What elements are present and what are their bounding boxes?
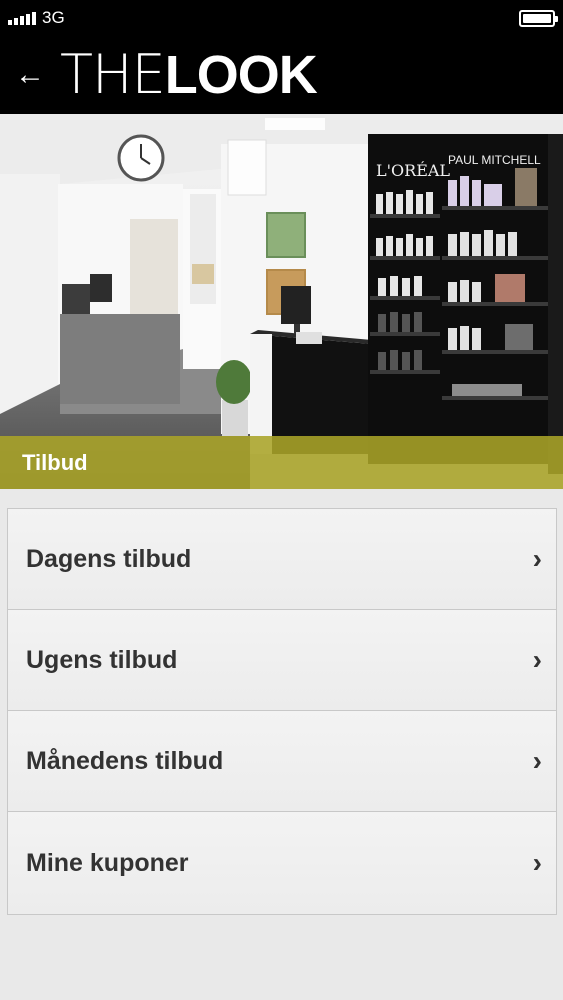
chevron-right-icon: ›	[532, 543, 542, 574]
signal-strength-icon	[8, 11, 36, 25]
menu-item-label: Månedens tilbud	[26, 746, 224, 775]
section-banner: Tilbud	[0, 436, 563, 489]
section-title: Tilbud	[22, 449, 88, 475]
status-bar: 3G	[0, 0, 563, 36]
network-type: 3G	[42, 8, 65, 27]
menu-item-dagens-tilbud[interactable]: Dagens tilbud ›	[8, 509, 556, 610]
back-arrow-icon: ←	[15, 58, 45, 91]
salon-photo: L'ORÉAL PAUL MITCHELL	[0, 114, 563, 489]
offers-menu: Dagens tilbud › Ugens tilbud › Månedens …	[7, 508, 557, 915]
paul-mitchell-sign: PAUL MITCHELL	[448, 153, 541, 167]
app-logo: THE LOOK	[60, 36, 318, 114]
chevron-right-icon: ›	[532, 745, 542, 776]
menu-item-label: Ugens tilbud	[26, 645, 178, 674]
battery-icon	[519, 10, 558, 27]
app-header: ← THE LOOK	[0, 36, 563, 114]
menu-item-ugens-tilbud[interactable]: Ugens tilbud ›	[8, 610, 556, 711]
chevron-right-icon: ›	[532, 847, 542, 878]
menu-item-label: Mine kuponer	[26, 848, 189, 877]
logo-the: THE	[60, 43, 166, 106]
logo-look: LOOK	[164, 45, 318, 105]
loreal-sign: L'ORÉAL	[376, 160, 450, 180]
menu-item-mine-kuponer[interactable]: Mine kuponer ›	[8, 812, 556, 914]
chevron-right-icon: ›	[532, 644, 542, 675]
menu-item-label: Dagens tilbud	[26, 544, 192, 573]
back-button[interactable]: ←	[0, 36, 60, 114]
menu-item-manedens-tilbud[interactable]: Månedens tilbud ›	[8, 711, 556, 812]
